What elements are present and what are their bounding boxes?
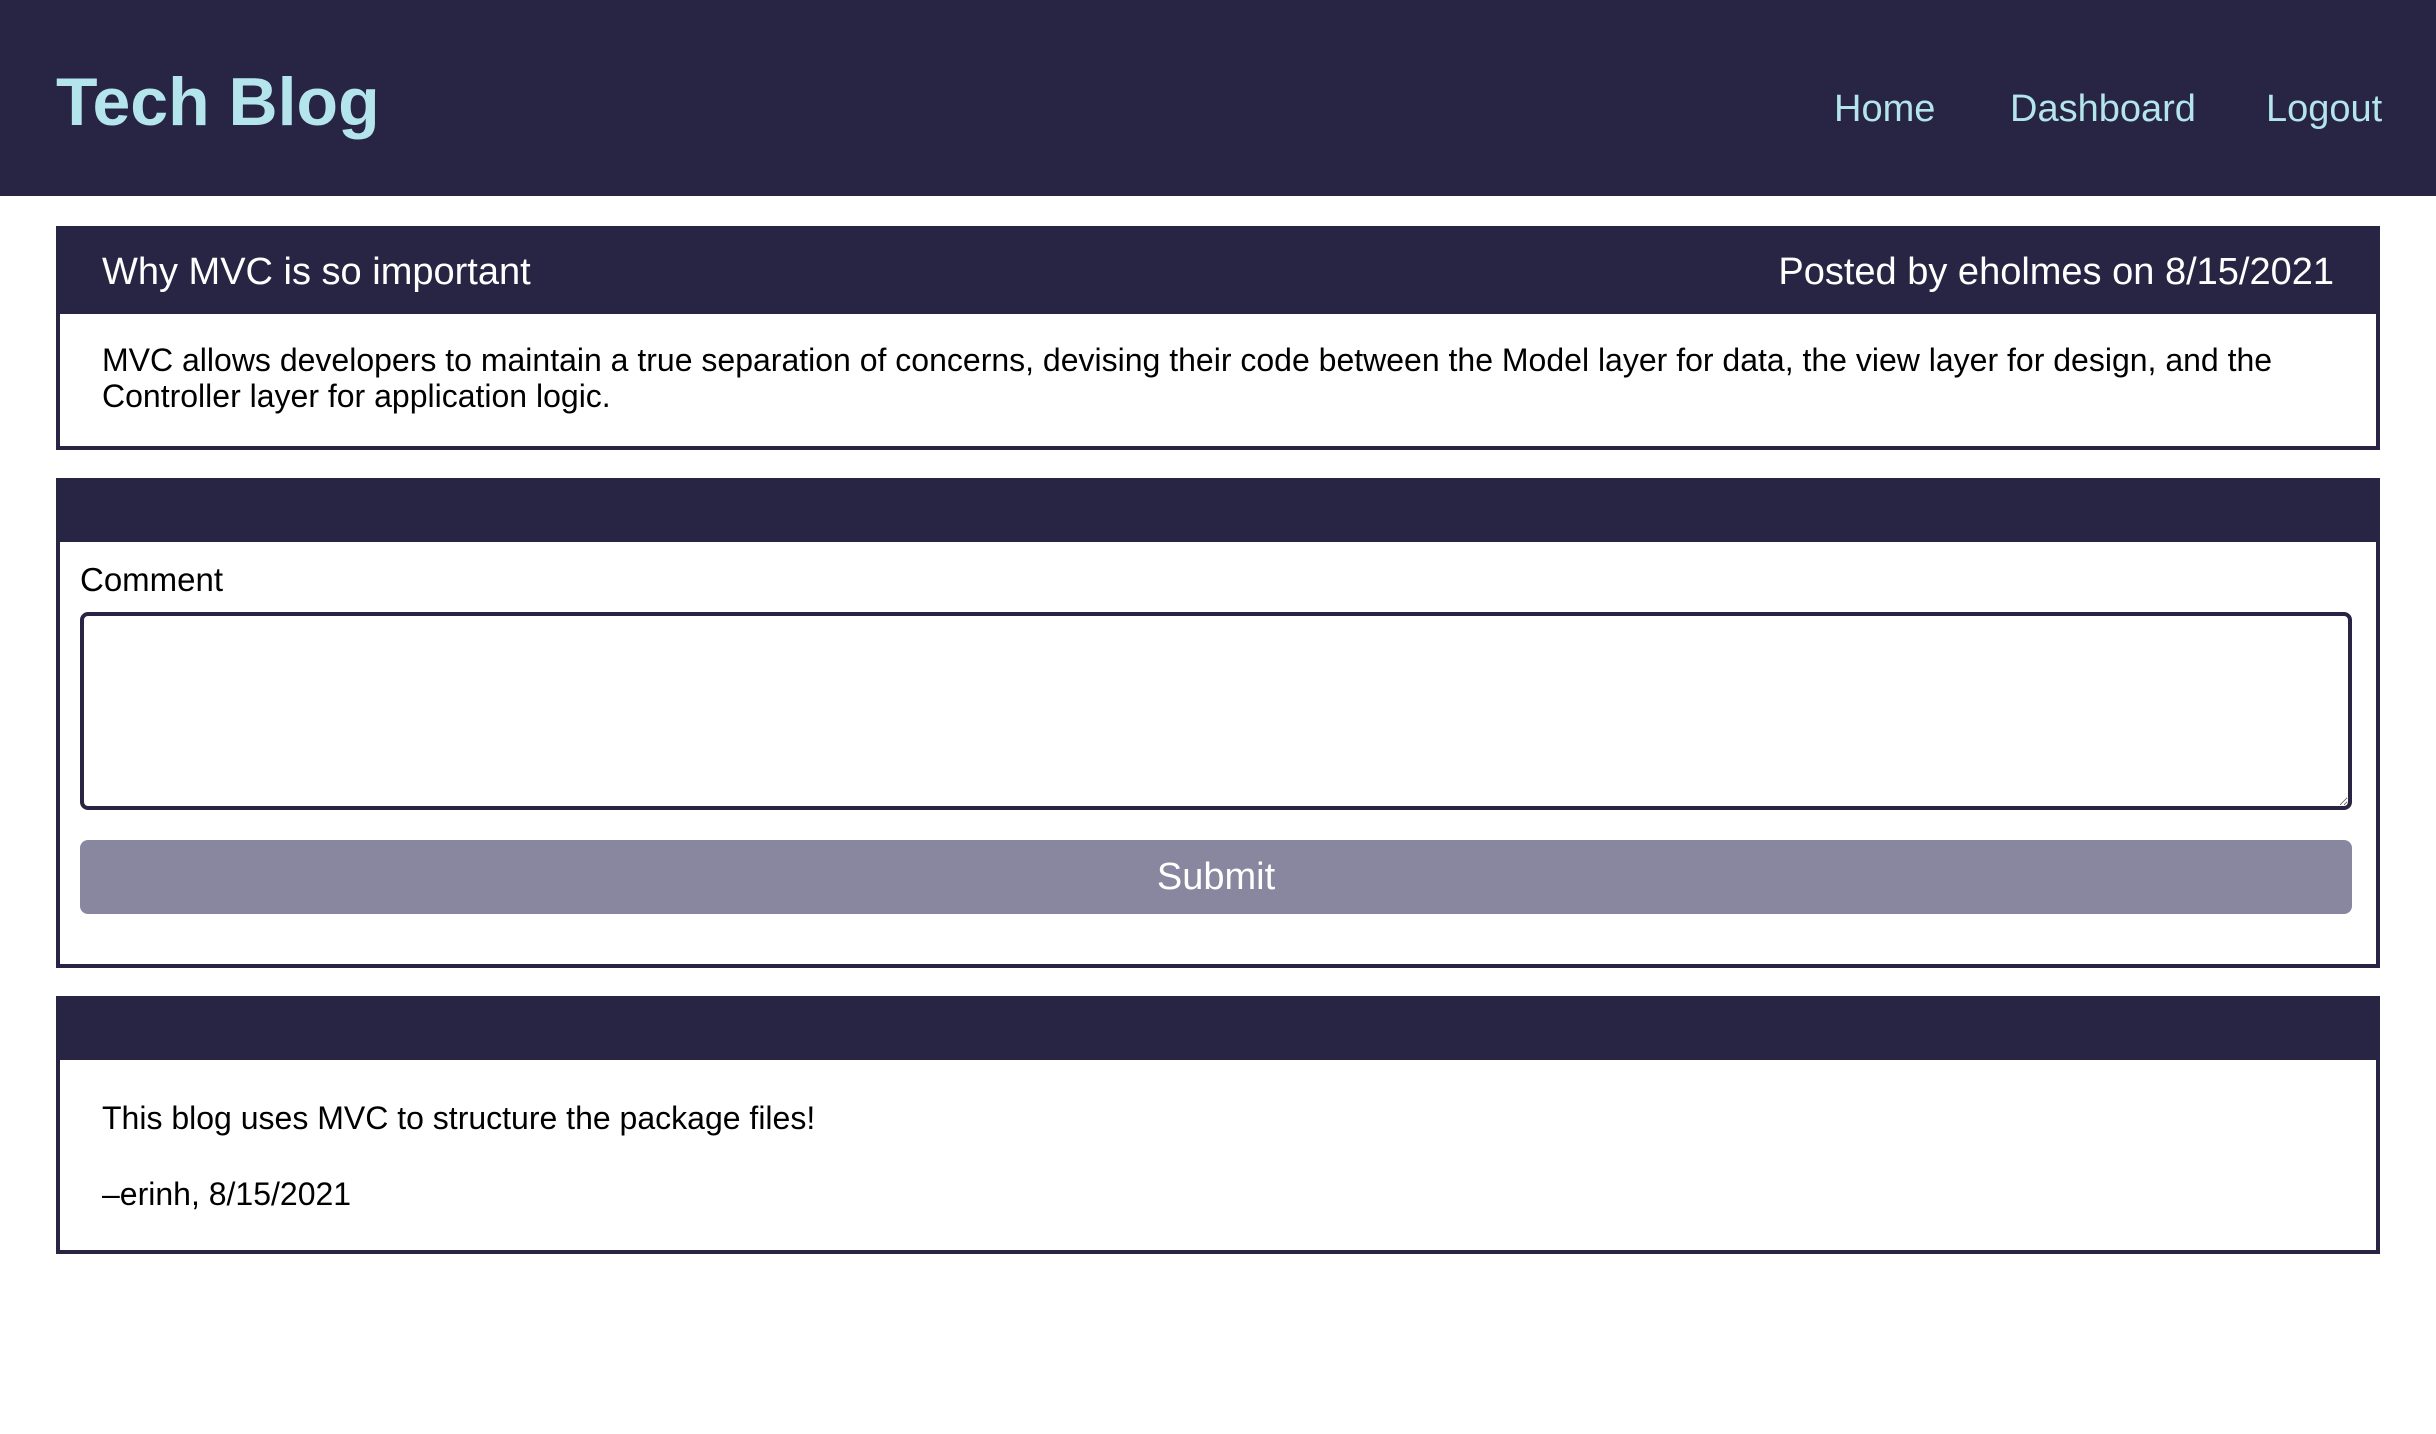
post-title: Why MVC is so important [102, 251, 531, 293]
submit-button[interactable]: Submit [80, 840, 2352, 914]
nav-dashboard-link[interactable]: Dashboard [2010, 86, 2196, 132]
comment-form-header [60, 482, 2376, 542]
site-header: Tech Blog Home Dashboard Logout [0, 0, 2436, 196]
comment-textarea[interactable] [80, 612, 2352, 810]
comment-text: This blog uses MVC to structure the pack… [102, 1100, 816, 1136]
post-body: MVC allows developers to maintain a true… [102, 342, 2273, 414]
post-meta: Posted by eholmes on 8/15/2021 [1778, 251, 2334, 293]
comment-card: This blog uses MVC to structure the pack… [56, 996, 2380, 1254]
nav-logout-link[interactable]: Logout [2266, 86, 2382, 132]
post-card: Why MVC is so important Posted by eholme… [56, 226, 2380, 450]
comment-form-card: Comment Submit [56, 478, 2380, 968]
post-card-header: Why MVC is so important Posted by eholme… [60, 230, 2376, 314]
comment-label: Comment [80, 561, 224, 598]
nav-home-link[interactable]: Home [1834, 86, 1935, 132]
comment-card-header [60, 1000, 2376, 1060]
comment-byline: –erinh, 8/15/2021 [102, 1176, 352, 1212]
site-title: Tech Blog [56, 64, 380, 140]
